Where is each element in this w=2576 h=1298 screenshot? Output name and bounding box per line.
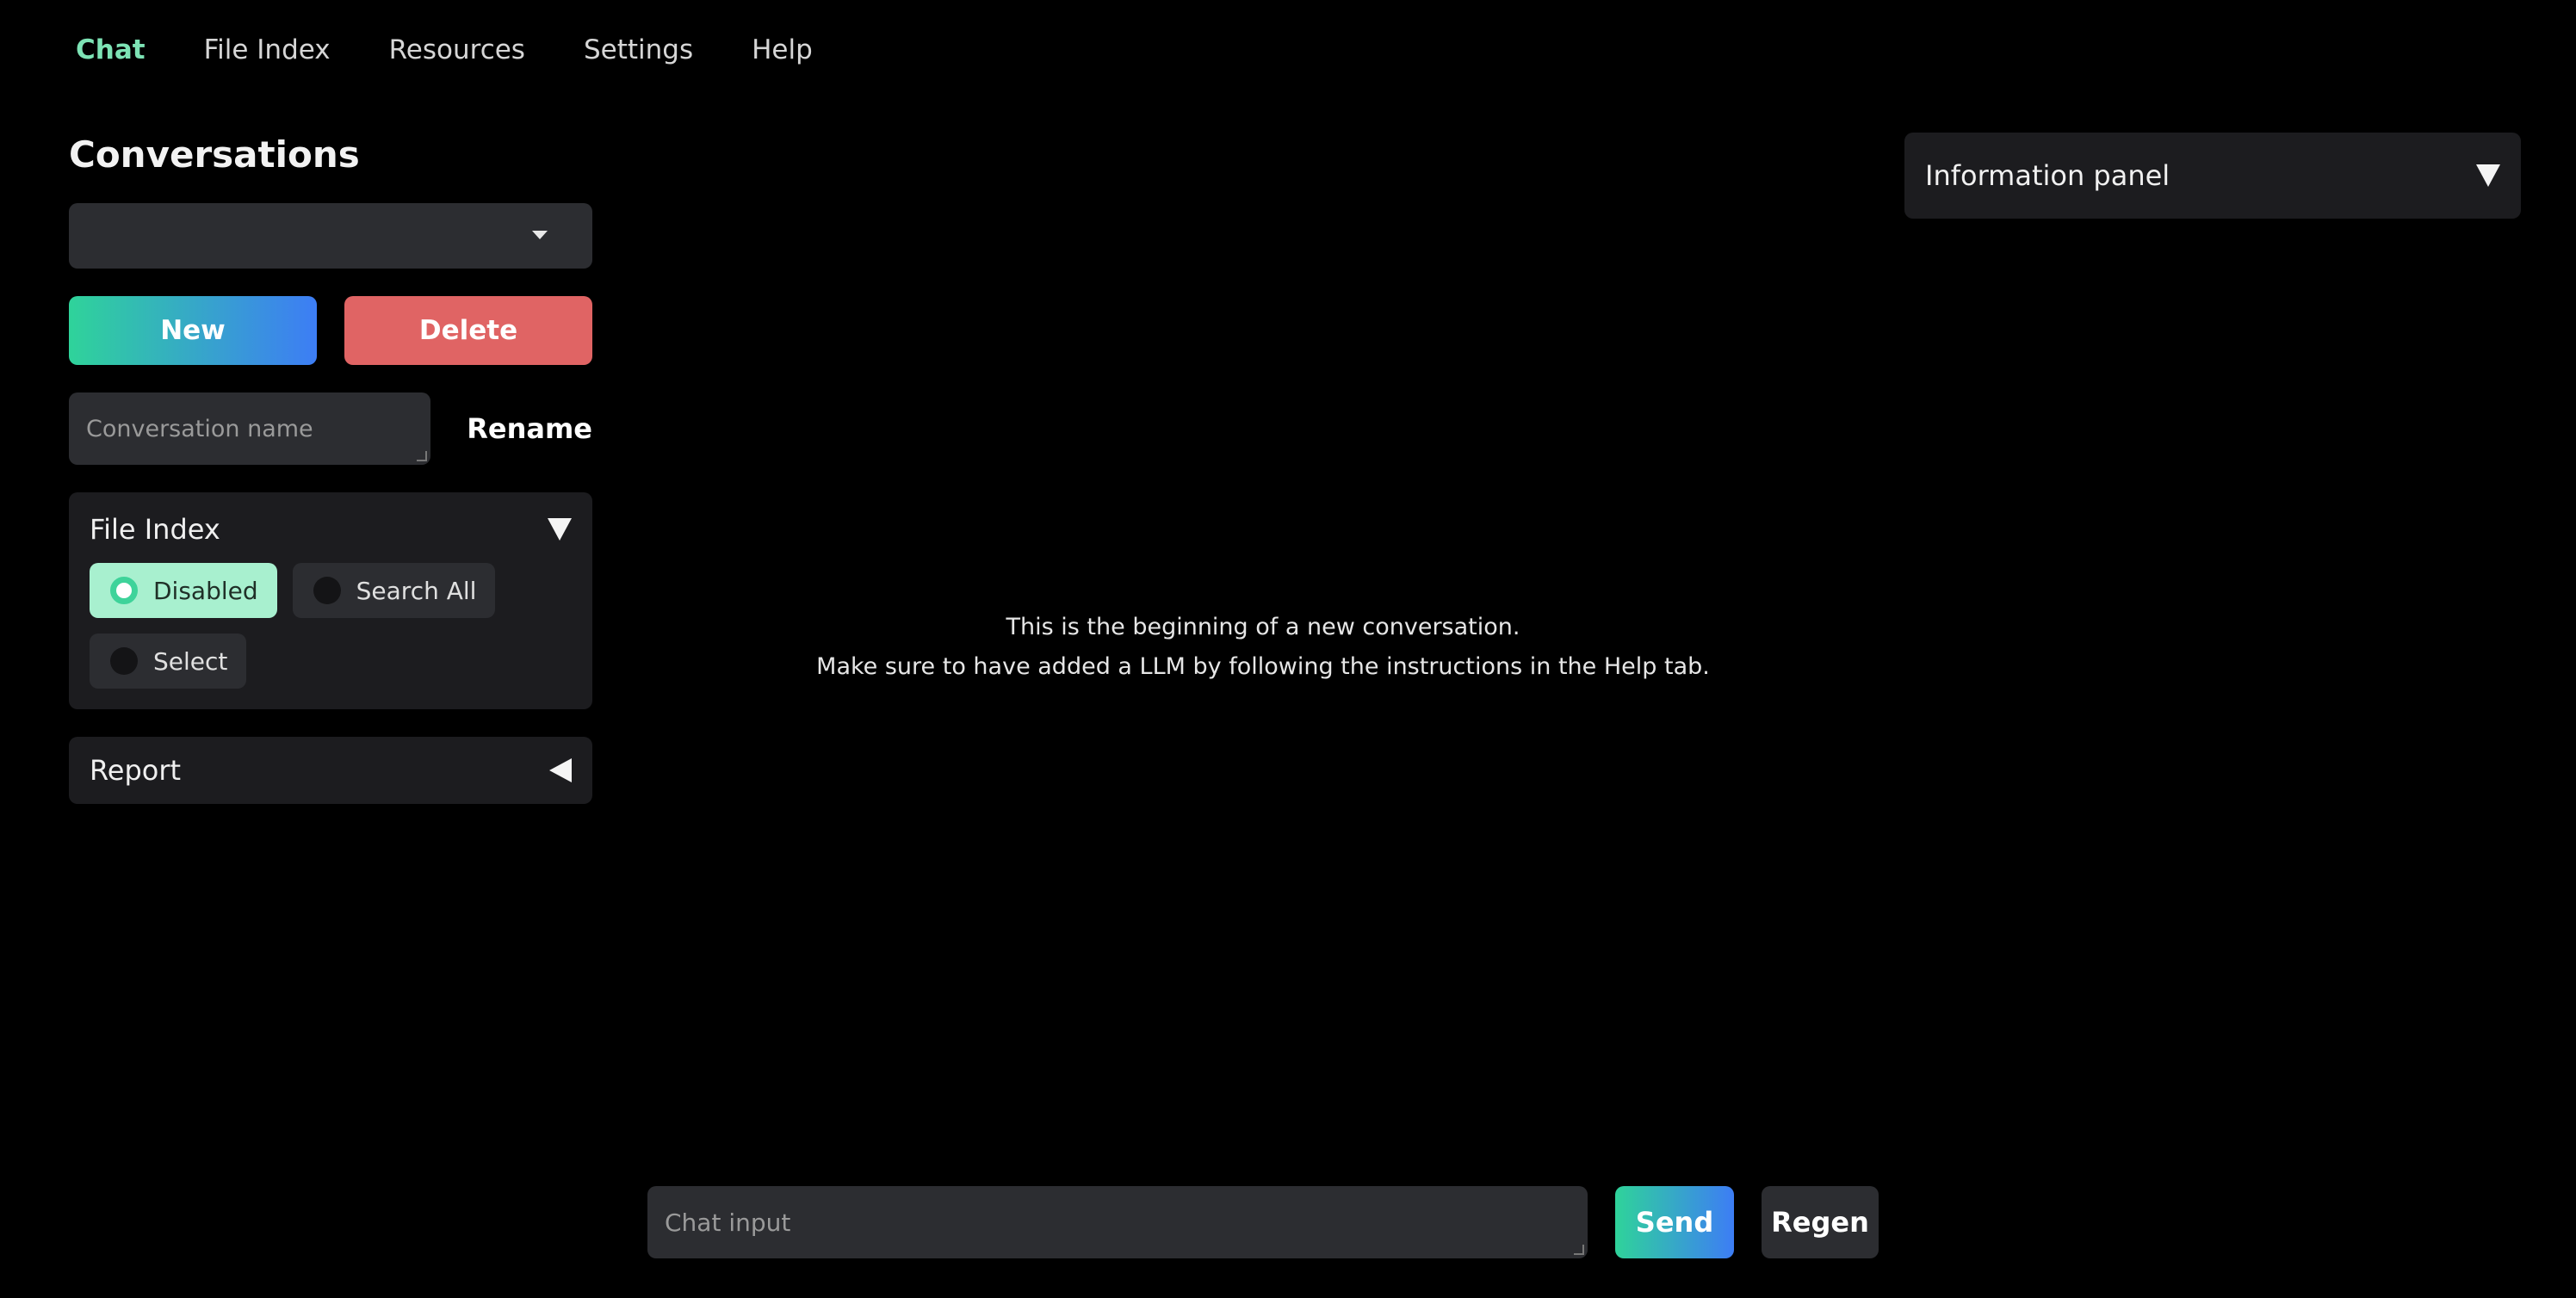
chat-empty-message: This is the beginning of a new conversat… [647, 608, 1879, 687]
resize-handle-icon[interactable] [1574, 1245, 1584, 1255]
tab-help[interactable]: Help [752, 34, 813, 65]
radio-checked-icon [110, 577, 138, 604]
radio-select[interactable]: Select [90, 634, 247, 689]
conversations-sidebar: Conversations New Delete Conversation na… [69, 131, 592, 831]
chat-input-bar: Chat input Send Regen [647, 1186, 1879, 1258]
chat-message-line-1: This is the beginning of a new conversat… [1006, 614, 1520, 640]
information-panel-title: Information panel [1925, 159, 2170, 192]
report-title: Report [90, 754, 182, 787]
top-tabs: Chat File Index Resources Settings Help [76, 34, 813, 65]
rename-row: Conversation name Rename [69, 392, 592, 465]
tab-chat[interactable]: Chat [76, 34, 146, 65]
tab-file-index[interactable]: File Index [204, 34, 331, 65]
resize-handle-icon[interactable] [417, 451, 428, 461]
conversation-select[interactable] [69, 203, 592, 269]
file-index-radio-group: Disabled Search All Select [90, 563, 503, 689]
file-index-header[interactable]: File Index [90, 513, 572, 546]
tab-resources[interactable]: Resources [389, 34, 525, 65]
chat-message-line-2: Make sure to have added a LLM by followi… [816, 653, 1710, 680]
radio-search-all[interactable]: Search All [292, 563, 496, 618]
radio-label: Select [153, 646, 228, 676]
chat-input[interactable]: Chat input [647, 1186, 1588, 1258]
radio-unchecked-icon [313, 577, 341, 604]
file-index-panel: File Index Disabled Search All Select [69, 492, 592, 709]
information-panel[interactable]: Information panel [1904, 133, 2521, 219]
new-conversation-button[interactable]: New [69, 296, 317, 365]
conversation-actions: New Delete [69, 296, 592, 365]
conversation-name-placeholder: Conversation name [86, 415, 313, 442]
chat-input-placeholder: Chat input [665, 1208, 791, 1237]
file-index-title: File Index [90, 513, 220, 546]
radio-disabled[interactable]: Disabled [90, 563, 277, 618]
rename-button[interactable]: Rename [467, 412, 592, 445]
chevron-down-icon [532, 231, 548, 239]
conversations-title: Conversations [69, 133, 360, 176]
conversation-name-input[interactable]: Conversation name [69, 392, 431, 465]
regen-button[interactable]: Regen [1762, 1186, 1879, 1258]
triangle-down-icon[interactable] [2476, 164, 2500, 187]
radio-label: Search All [356, 576, 477, 605]
triangle-left-icon[interactable] [549, 758, 572, 782]
triangle-down-icon[interactable] [548, 518, 572, 541]
tab-settings[interactable]: Settings [584, 34, 693, 65]
report-header[interactable]: Report [90, 754, 572, 787]
report-panel[interactable]: Report [69, 737, 592, 804]
radio-label: Disabled [153, 576, 258, 605]
delete-conversation-button[interactable]: Delete [344, 296, 592, 365]
radio-unchecked-icon [110, 647, 138, 675]
send-button[interactable]: Send [1615, 1186, 1734, 1258]
